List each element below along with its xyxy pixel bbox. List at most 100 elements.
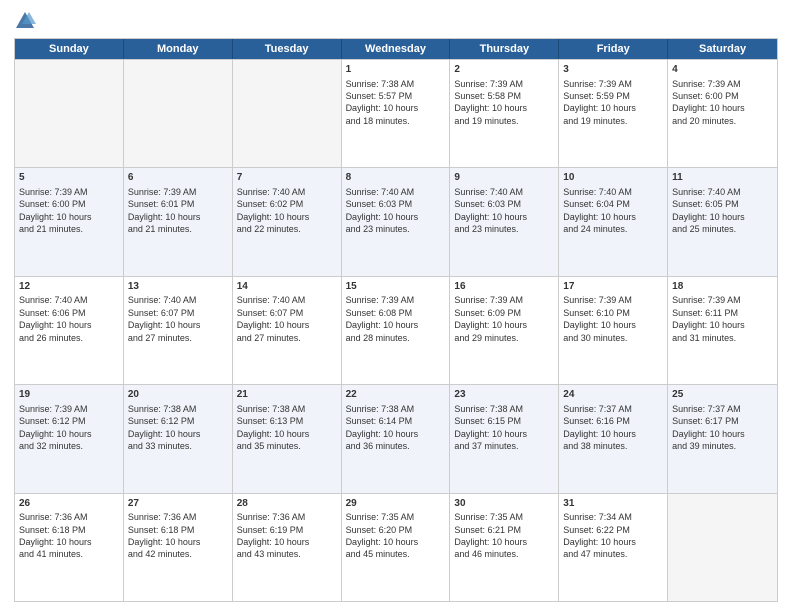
day-number: 26 <box>19 497 119 511</box>
calendar-cell-empty-4-6 <box>668 494 777 601</box>
calendar-cell-day-11: 11Sunrise: 7:40 AM Sunset: 6:05 PM Dayli… <box>668 168 777 275</box>
cell-info: Sunrise: 7:36 AM Sunset: 6:18 PM Dayligh… <box>19 512 92 559</box>
cell-info: Sunrise: 7:36 AM Sunset: 6:19 PM Dayligh… <box>237 512 310 559</box>
cell-info: Sunrise: 7:38 AM Sunset: 6:15 PM Dayligh… <box>454 404 527 451</box>
cell-info: Sunrise: 7:38 AM Sunset: 5:57 PM Dayligh… <box>346 79 419 126</box>
cell-info: Sunrise: 7:37 AM Sunset: 6:16 PM Dayligh… <box>563 404 636 451</box>
cell-info: Sunrise: 7:39 AM Sunset: 6:00 PM Dayligh… <box>19 187 92 234</box>
header-cell-sunday: Sunday <box>15 39 124 59</box>
cell-info: Sunrise: 7:40 AM Sunset: 6:03 PM Dayligh… <box>454 187 527 234</box>
calendar-cell-day-30: 30Sunrise: 7:35 AM Sunset: 6:21 PM Dayli… <box>450 494 559 601</box>
calendar-cell-day-23: 23 Sunrise: 7:38 AM Sunset: 6:15 PM Dayli… <box>450 385 559 492</box>
cell-info: Sunrise: 7:39 AM Sunset: 6:10 PM Dayligh… <box>563 295 636 342</box>
day-number: 18 <box>672 280 773 294</box>
header-cell-monday: Monday <box>124 39 233 59</box>
calendar: SundayMondayTuesdayWednesdayThursdayFrid… <box>14 38 778 602</box>
day-number: 28 <box>237 497 337 511</box>
cell-info: Sunrise: 7:36 AM Sunset: 6:18 PM Dayligh… <box>128 512 201 559</box>
day-number: 25 <box>672 388 773 402</box>
calendar-cell-day-12: 12Sunrise: 7:40 AM Sunset: 6:06 PM Dayli… <box>15 277 124 384</box>
day-number: 8 <box>346 171 446 185</box>
calendar-cell-day-27: 27Sunrise: 7:36 AM Sunset: 6:18 PM Dayli… <box>124 494 233 601</box>
cell-info: Sunrise: 7:39 AM Sunset: 6:12 PM Dayligh… <box>19 404 92 451</box>
cell-info: Sunrise: 7:40 AM Sunset: 6:05 PM Dayligh… <box>672 187 745 234</box>
cell-info: Sunrise: 7:40 AM Sunset: 6:03 PM Dayligh… <box>346 187 419 234</box>
calendar-cell-day-22: 22 Sunrise: 7:38 AM Sunset: 6:14 PM Dayli… <box>342 385 451 492</box>
calendar-cell-day-21: 21 Sunrise: 7:38 AM Sunset: 6:13 PM Dayli… <box>233 385 342 492</box>
day-number: 3 <box>563 63 663 77</box>
day-number: 10 <box>563 171 663 185</box>
cell-info: Sunrise: 7:37 AM Sunset: 6:17 PM Dayligh… <box>672 404 745 451</box>
calendar-row-2: 12Sunrise: 7:40 AM Sunset: 6:06 PM Dayli… <box>15 276 777 384</box>
calendar-cell-day-3: 3 Sunrise: 7:39 AM Sunset: 5:59 PM Daylig… <box>559 60 668 167</box>
cell-info: Sunrise: 7:39 AM Sunset: 6:11 PM Dayligh… <box>672 295 745 342</box>
calendar-cell-day-26: 26Sunrise: 7:36 AM Sunset: 6:18 PM Dayli… <box>15 494 124 601</box>
header-cell-tuesday: Tuesday <box>233 39 342 59</box>
calendar-cell-day-24: 24 Sunrise: 7:37 AM Sunset: 6:16 PM Dayli… <box>559 385 668 492</box>
calendar-cell-day-31: 31Sunrise: 7:34 AM Sunset: 6:22 PM Dayli… <box>559 494 668 601</box>
day-number: 15 <box>346 280 446 294</box>
cell-info: Sunrise: 7:38 AM Sunset: 6:14 PM Dayligh… <box>346 404 419 451</box>
day-number: 31 <box>563 497 663 511</box>
calendar-cell-day-8: 8 Sunrise: 7:40 AM Sunset: 6:03 PM Daylig… <box>342 168 451 275</box>
day-number: 1 <box>346 63 446 77</box>
header-cell-friday: Friday <box>559 39 668 59</box>
cell-info: Sunrise: 7:40 AM Sunset: 6:04 PM Dayligh… <box>563 187 636 234</box>
day-number: 5 <box>19 171 119 185</box>
day-number: 19 <box>19 388 119 402</box>
day-number: 27 <box>128 497 228 511</box>
calendar-cell-day-20: 20Sunrise: 7:38 AM Sunset: 6:12 PM Dayli… <box>124 385 233 492</box>
calendar-cell-day-9: 9 Sunrise: 7:40 AM Sunset: 6:03 PM Daylig… <box>450 168 559 275</box>
day-number: 16 <box>454 280 554 294</box>
cell-info: Sunrise: 7:39 AM Sunset: 6:08 PM Dayligh… <box>346 295 419 342</box>
header-cell-saturday: Saturday <box>668 39 777 59</box>
day-number: 21 <box>237 388 337 402</box>
page: SundayMondayTuesdayWednesdayThursdayFrid… <box>0 0 792 612</box>
calendar-cell-day-14: 14Sunrise: 7:40 AM Sunset: 6:07 PM Dayli… <box>233 277 342 384</box>
cell-info: Sunrise: 7:39 AM Sunset: 6:00 PM Dayligh… <box>672 79 745 126</box>
day-number: 24 <box>563 388 663 402</box>
cell-info: Sunrise: 7:40 AM Sunset: 6:02 PM Dayligh… <box>237 187 310 234</box>
day-number: 9 <box>454 171 554 185</box>
calendar-row-0: 1 Sunrise: 7:38 AM Sunset: 5:57 PM Daylig… <box>15 59 777 167</box>
calendar-cell-day-18: 18Sunrise: 7:39 AM Sunset: 6:11 PM Dayli… <box>668 277 777 384</box>
calendar-cell-day-17: 17Sunrise: 7:39 AM Sunset: 6:10 PM Dayli… <box>559 277 668 384</box>
calendar-cell-day-10: 10 Sunrise: 7:40 AM Sunset: 6:04 PM Dayli… <box>559 168 668 275</box>
day-number: 29 <box>346 497 446 511</box>
calendar-row-1: 5 Sunrise: 7:39 AM Sunset: 6:00 PM Daylig… <box>15 167 777 275</box>
calendar-cell-day-28: 28Sunrise: 7:36 AM Sunset: 6:19 PM Dayli… <box>233 494 342 601</box>
cell-info: Sunrise: 7:38 AM Sunset: 6:12 PM Dayligh… <box>128 404 201 451</box>
day-number: 7 <box>237 171 337 185</box>
calendar-cell-empty-0-0 <box>15 60 124 167</box>
cell-info: Sunrise: 7:35 AM Sunset: 6:21 PM Dayligh… <box>454 512 527 559</box>
day-number: 13 <box>128 280 228 294</box>
cell-info: Sunrise: 7:38 AM Sunset: 6:13 PM Dayligh… <box>237 404 310 451</box>
calendar-cell-day-13: 13Sunrise: 7:40 AM Sunset: 6:07 PM Dayli… <box>124 277 233 384</box>
calendar-cell-day-29: 29Sunrise: 7:35 AM Sunset: 6:20 PM Dayli… <box>342 494 451 601</box>
calendar-cell-day-4: 4Sunrise: 7:39 AM Sunset: 6:00 PM Daylig… <box>668 60 777 167</box>
calendar-cell-day-25: 25 Sunrise: 7:37 AM Sunset: 6:17 PM Dayli… <box>668 385 777 492</box>
calendar-cell-day-5: 5 Sunrise: 7:39 AM Sunset: 6:00 PM Daylig… <box>15 168 124 275</box>
calendar-body: 1 Sunrise: 7:38 AM Sunset: 5:57 PM Daylig… <box>15 59 777 601</box>
calendar-cell-empty-0-2 <box>233 60 342 167</box>
day-number: 23 <box>454 388 554 402</box>
cell-info: Sunrise: 7:34 AM Sunset: 6:22 PM Dayligh… <box>563 512 636 559</box>
cell-info: Sunrise: 7:39 AM Sunset: 6:01 PM Dayligh… <box>128 187 201 234</box>
cell-info: Sunrise: 7:39 AM Sunset: 5:59 PM Dayligh… <box>563 79 636 126</box>
calendar-cell-day-7: 7 Sunrise: 7:40 AM Sunset: 6:02 PM Daylig… <box>233 168 342 275</box>
day-number: 30 <box>454 497 554 511</box>
calendar-cell-day-2: 2Sunrise: 7:39 AM Sunset: 5:58 PM Daylig… <box>450 60 559 167</box>
cell-info: Sunrise: 7:39 AM Sunset: 5:58 PM Dayligh… <box>454 79 527 126</box>
calendar-cell-day-15: 15Sunrise: 7:39 AM Sunset: 6:08 PM Dayli… <box>342 277 451 384</box>
day-number: 17 <box>563 280 663 294</box>
cell-info: Sunrise: 7:40 AM Sunset: 6:07 PM Dayligh… <box>128 295 201 342</box>
header <box>14 10 778 32</box>
calendar-cell-day-6: 6 Sunrise: 7:39 AM Sunset: 6:01 PM Daylig… <box>124 168 233 275</box>
cell-info: Sunrise: 7:40 AM Sunset: 6:07 PM Dayligh… <box>237 295 310 342</box>
calendar-cell-empty-0-1 <box>124 60 233 167</box>
day-number: 22 <box>346 388 446 402</box>
calendar-row-3: 19 Sunrise: 7:39 AM Sunset: 6:12 PM Dayli… <box>15 384 777 492</box>
cell-info: Sunrise: 7:39 AM Sunset: 6:09 PM Dayligh… <box>454 295 527 342</box>
day-number: 6 <box>128 171 228 185</box>
cell-info: Sunrise: 7:35 AM Sunset: 6:20 PM Dayligh… <box>346 512 419 559</box>
